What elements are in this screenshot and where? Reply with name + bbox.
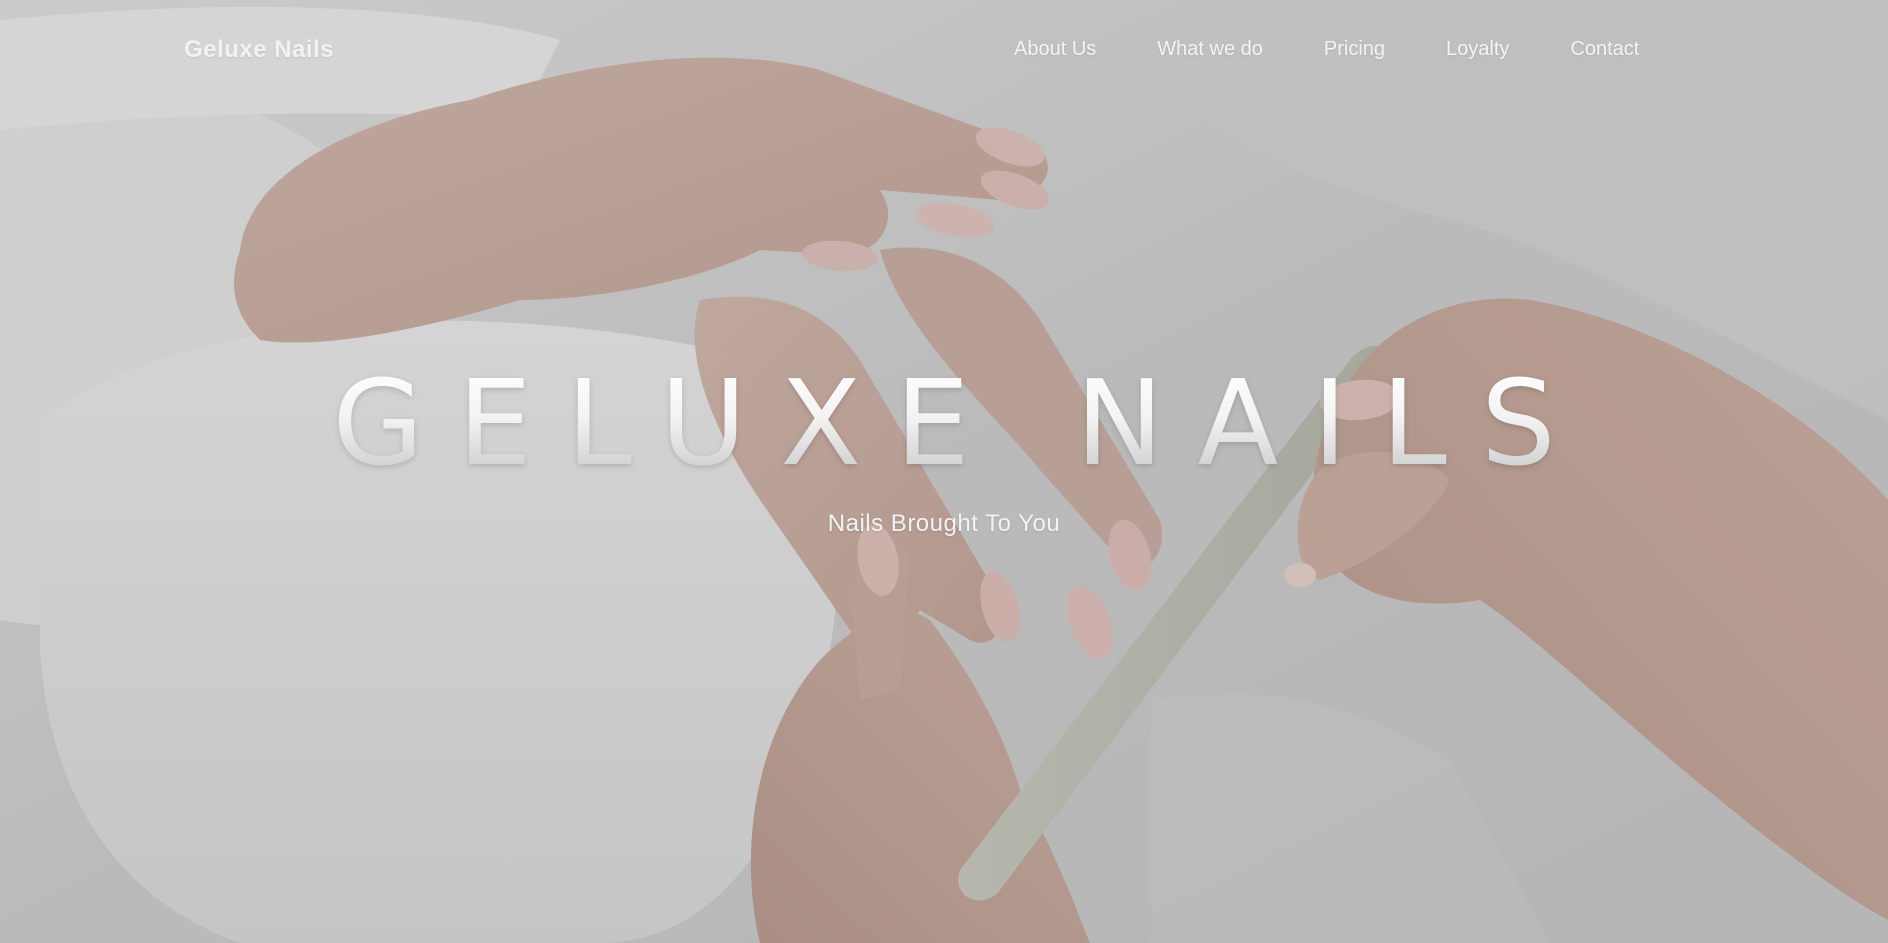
- nav-link-contact[interactable]: Contact: [1570, 38, 1639, 61]
- brand-logo-link[interactable]: Geluxe Nails: [184, 36, 334, 64]
- hero-title: GELUXE NAILS: [0, 364, 1888, 482]
- nav-link-loyalty[interactable]: Loyalty: [1446, 38, 1509, 61]
- nav-link-about-us[interactable]: About Us: [1014, 38, 1096, 61]
- nav-item-contact: Contact: [1570, 38, 1639, 61]
- hero-subtitle: Nails Brought To You: [827, 510, 1061, 537]
- nav-item-about-us: About Us: [1014, 38, 1157, 61]
- nav-link-what-we-do[interactable]: What we do: [1157, 38, 1263, 61]
- hero-section: Geluxe Nails About Us What we do Pricing…: [0, 0, 1888, 943]
- top-navigation: Geluxe Nails About Us What we do Pricing…: [0, 0, 1888, 100]
- nav-item-loyalty: Loyalty: [1446, 38, 1570, 61]
- nav-item-what-we-do: What we do: [1157, 38, 1324, 61]
- nav-links: About Us What we do Pricing Loyalty Cont…: [1014, 38, 1639, 61]
- nav-item-pricing: Pricing: [1324, 38, 1446, 61]
- nav-link-pricing[interactable]: Pricing: [1324, 38, 1385, 61]
